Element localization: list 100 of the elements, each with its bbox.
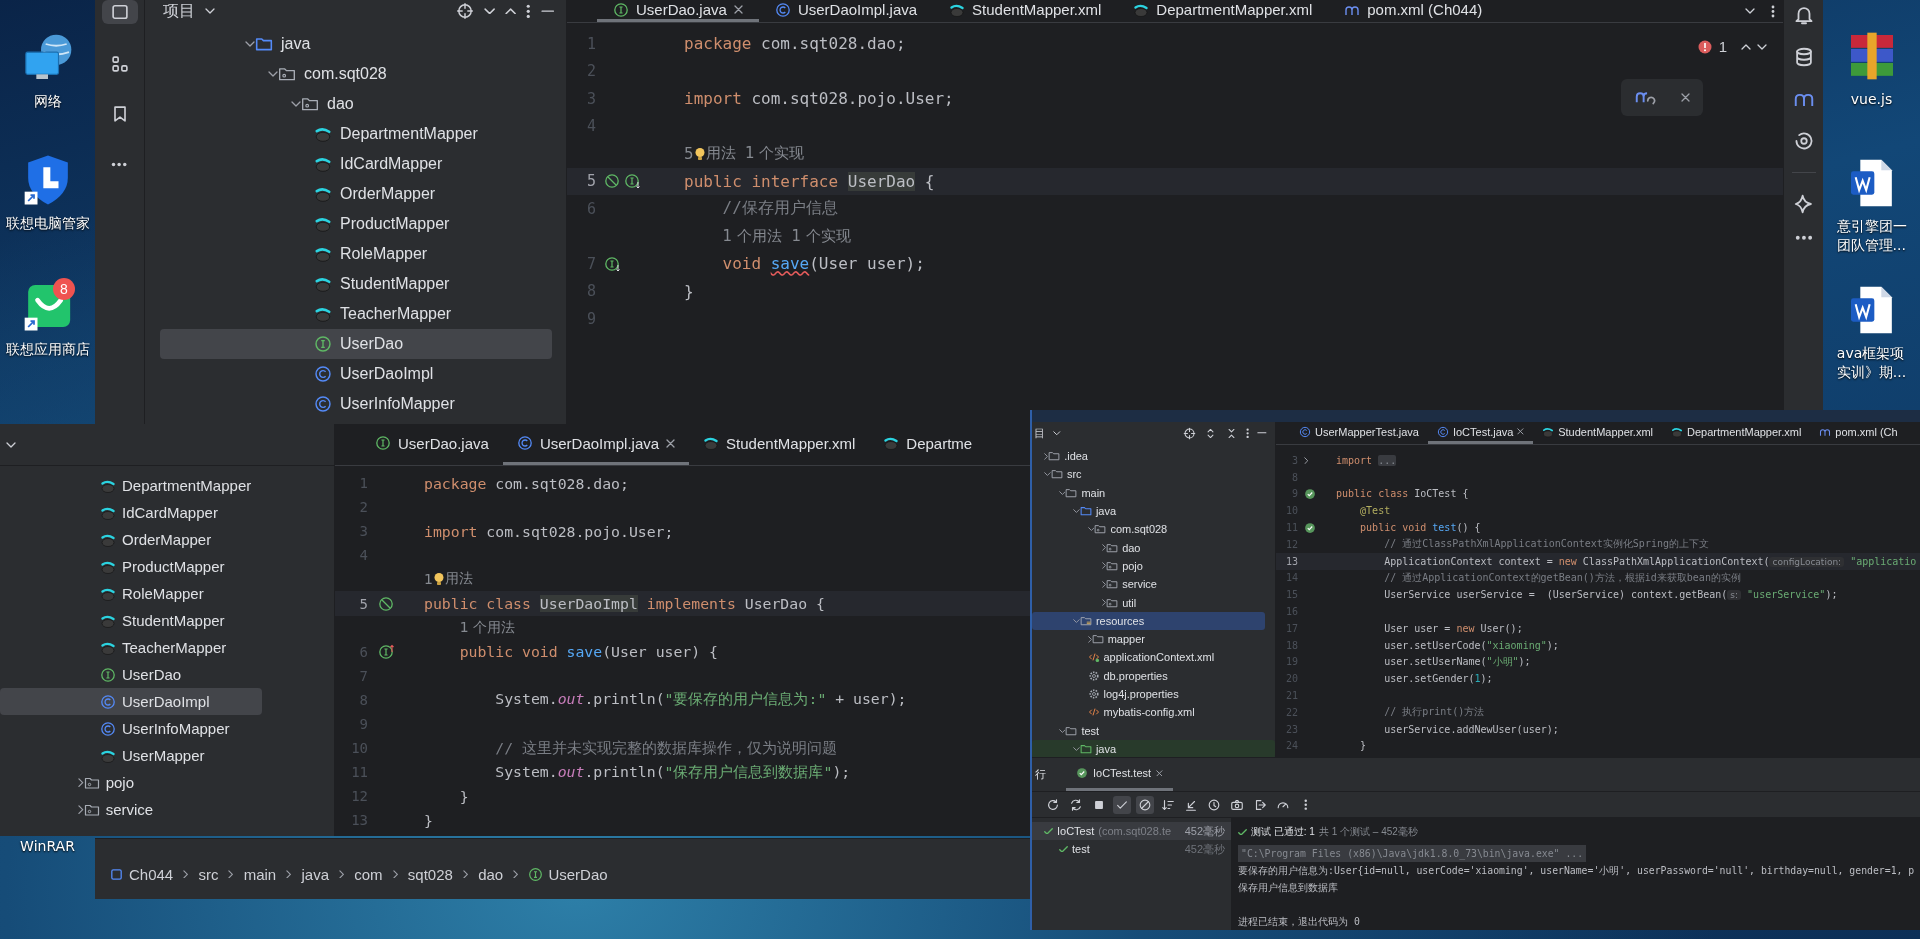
panel-title[interactable]: 行	[1035, 767, 1046, 782]
editor-tab[interactable]: StudentMapper.xml	[933, 0, 1118, 22]
test-item[interactable]: test 452毫秒	[1032, 840, 1231, 858]
crosshair-icon[interactable]	[455, 2, 474, 20]
problem-count[interactable]: 1	[1718, 38, 1727, 55]
icon-label[interactable]: 意引擎团一 团队管理...	[1836, 217, 1907, 255]
breadcrumb-item[interactable]: UserDao	[528, 865, 608, 883]
tree-item[interactable]: DepartmentMapper	[0, 472, 262, 499]
editor-tab[interactable]: UserDao.java	[597, 0, 759, 22]
editor-tab[interactable]: DepartmentMapper.xml	[1117, 0, 1329, 22]
tree-item[interactable]: mybatis-config.xml	[1032, 703, 1265, 722]
chevron-right-icon[interactable]	[1087, 635, 1092, 643]
tree-item[interactable]: test	[1032, 721, 1265, 740]
breadcrumb-item[interactable]: src	[198, 865, 219, 883]
tree-item[interactable]: main	[1032, 483, 1265, 502]
tree-item[interactable]: .idea	[1032, 447, 1265, 466]
chevron-down-icon[interactable]	[6, 441, 16, 448]
chevron-down-icon[interactable]	[205, 8, 215, 14]
chevron-down-icon[interactable]	[1053, 430, 1061, 436]
editor-tab[interactable]: pom.xml (Ch044)	[1328, 0, 1499, 22]
chevron-down-icon[interactable]	[291, 101, 301, 107]
tree-item[interactable]: TeacherMapper	[0, 634, 262, 661]
tree-item[interactable]: ProductMapper	[160, 209, 552, 239]
tree-item[interactable]: IdCardMapper	[160, 149, 552, 179]
tree-item[interactable]: java	[1032, 501, 1265, 521]
run-check-icon[interactable]	[1304, 488, 1316, 500]
breadcrumb-item[interactable]: java	[301, 865, 329, 883]
editor-tab[interactable]: StudentMapper.xml	[689, 424, 870, 465]
editor-tab[interactable]: UserDaoImpl.java	[502, 424, 690, 465]
chevron-up-icon[interactable]	[504, 7, 516, 15]
tree-item[interactable]: UserInfoMapper	[0, 715, 262, 742]
usage-hint[interactable]: 用法 1 个实现	[705, 144, 805, 164]
breadcrumb-item[interactable]: Ch044	[109, 865, 174, 883]
breadcrumb-item[interactable]: dao	[478, 865, 504, 883]
icon-label[interactable]: 网络	[33, 92, 62, 111]
icon-label[interactable]: ava框架项 实训》期...	[1836, 344, 1907, 382]
tree-item[interactable]: RoleMapper	[160, 239, 552, 269]
tree-item[interactable]: src	[1032, 465, 1265, 484]
tree-item[interactable]: dao	[1032, 538, 1265, 557]
chevron-up-icon[interactable]	[1741, 43, 1751, 50]
more-icon[interactable]	[1771, 4, 1775, 18]
close-icon[interactable]	[733, 5, 743, 14]
tree-item[interactable]: StudentMapper	[0, 607, 262, 634]
tree-item[interactable]: resources	[1032, 611, 1265, 630]
usage-hint[interactable]: 用法	[444, 570, 473, 589]
chevron-right-icon[interactable]	[78, 804, 84, 815]
chevron-down-icon[interactable]	[1757, 43, 1767, 50]
icon-label[interactable]: vue.js	[1850, 90, 1893, 109]
panel-title[interactable]: 项目	[163, 0, 195, 22]
chevron-right-icon[interactable]	[1304, 456, 1309, 465]
editor-tab[interactable]: DepartmentMapper.xml	[1662, 422, 1811, 444]
error-icon[interactable]	[1696, 38, 1713, 55]
chevron-down-icon[interactable]	[1745, 8, 1755, 14]
icon-label[interactable]: 联想应用商店	[5, 340, 90, 359]
tree-item[interactable]: java	[160, 29, 552, 59]
tree-item[interactable]: log4j.properties	[1032, 684, 1265, 704]
chevron-right-icon[interactable]	[1102, 544, 1107, 552]
tree-item[interactable]: OrderMapper	[0, 526, 262, 553]
close-icon[interactable]	[1681, 93, 1691, 102]
test-item[interactable]: IoCTest (com.sqt028.te 452毫秒	[1032, 822, 1231, 840]
chevron-down-icon[interactable]	[1044, 472, 1051, 477]
chevron-down-icon[interactable]	[1087, 527, 1095, 532]
chevron-down-icon[interactable]	[1073, 508, 1080, 514]
crosshair-icon[interactable]	[1183, 426, 1196, 440]
tree-item[interactable]: util	[1032, 593, 1265, 612]
circle-slash-icon[interactable]	[604, 173, 620, 190]
editor-tab[interactable]: UserDaoImpl.java	[758, 0, 934, 22]
tree-item[interactable]: service	[1032, 575, 1265, 594]
tree-item[interactable]: db.properties	[1032, 666, 1265, 685]
more-icon[interactable]	[1246, 427, 1250, 439]
tree-item[interactable]: UserInfoMapper	[160, 389, 552, 419]
tree-item[interactable]: UserMapper	[0, 742, 262, 769]
editor-tab[interactable]: UserMapperTest.java	[1290, 422, 1428, 444]
editor-tab[interactable]: pom.xml (Ch	[1810, 422, 1907, 444]
tree-item[interactable]: pojo	[1032, 556, 1265, 576]
tree-item[interactable]: service	[0, 796, 262, 823]
close-icon[interactable]	[1517, 428, 1525, 435]
chevron-right-icon[interactable]	[1102, 562, 1107, 570]
panel-button[interactable]	[101, 0, 138, 24]
breadcrumb-item[interactable]: sqt028	[407, 865, 453, 883]
more-icon[interactable]	[1794, 235, 1813, 241]
close-icon[interactable]	[666, 438, 676, 448]
chevron-down-icon[interactable]	[1058, 490, 1066, 495]
tree-item[interactable]: UserDao	[160, 329, 552, 359]
circle-slash-button[interactable]	[1136, 795, 1154, 814]
circle-slash-icon[interactable]	[378, 595, 394, 612]
usage-hint[interactable]: 1	[424, 571, 433, 588]
tree-item[interactable]: java	[1032, 739, 1275, 757]
panel-title[interactable]: 目	[1034, 425, 1045, 441]
tree-item[interactable]: applicationContext.xml	[1032, 648, 1265, 667]
chevron-down-icon[interactable]	[483, 7, 495, 15]
tree-item[interactable]: UserDao	[0, 661, 262, 688]
run-check-icon[interactable]	[1304, 521, 1316, 534]
tree-item[interactable]: ProductMapper	[0, 553, 262, 580]
tree-item[interactable]: IdCardMapper	[0, 499, 262, 526]
icon-label[interactable]: 联想电脑管家	[5, 214, 90, 233]
chevron-down-icon[interactable]	[268, 71, 278, 77]
chevron-right-icon[interactable]	[78, 777, 84, 788]
editor-tab[interactable]: StudentMapper.xml	[1533, 422, 1662, 444]
check-button[interactable]	[1113, 795, 1131, 814]
